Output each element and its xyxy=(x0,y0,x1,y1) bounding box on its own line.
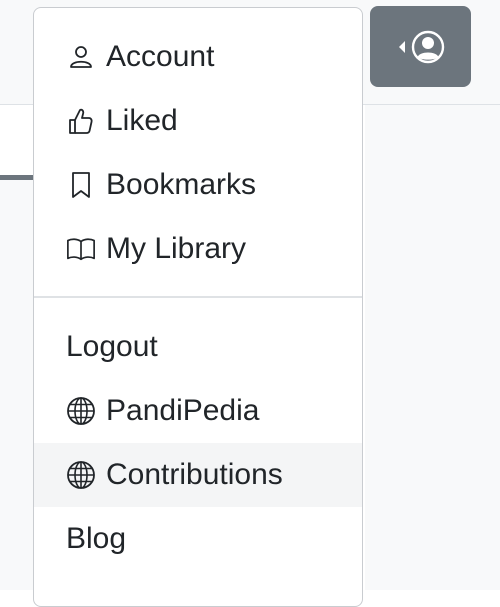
menu-item-label: Liked xyxy=(106,104,178,137)
menu-item-account[interactable]: Account xyxy=(34,25,362,89)
globe-icon xyxy=(66,460,96,490)
menu-item-liked[interactable]: Liked xyxy=(34,89,362,153)
menu-item-label: Blog xyxy=(66,522,127,555)
bookmark-icon xyxy=(66,170,96,200)
menu-item-pandipedia[interactable]: PandiPedia xyxy=(34,379,362,443)
user-menu-toggle-button[interactable] xyxy=(370,6,471,87)
globe-icon xyxy=(66,396,96,426)
page-left-header xyxy=(0,105,33,175)
thumbs-up-icon xyxy=(66,106,96,136)
menu-item-label: PandiPedia xyxy=(106,394,260,427)
menu-item-bookmarks[interactable]: Bookmarks xyxy=(34,153,362,217)
menu-item-my-library[interactable]: My Library xyxy=(34,217,362,281)
menu-item-label: Logout xyxy=(66,330,158,363)
user-circle-icon xyxy=(411,30,445,64)
book-icon xyxy=(66,234,96,264)
person-icon xyxy=(66,42,96,72)
tab-indicator xyxy=(0,175,33,180)
page-right-area xyxy=(365,105,500,590)
menu-item-label: My Library xyxy=(106,232,247,265)
menu-divider xyxy=(34,296,362,298)
caret-left-icon xyxy=(397,39,407,55)
menu-item-label: Account xyxy=(106,40,215,73)
user-dropdown-menu: Account Liked Bookmarks My Library Logou… xyxy=(33,7,363,607)
menu-item-blog[interactable]: Blog xyxy=(34,507,362,571)
menu-item-logout[interactable]: Logout xyxy=(34,315,362,379)
menu-item-contributions[interactable]: Contributions xyxy=(34,443,362,507)
menu-item-label: Bookmarks xyxy=(106,168,257,201)
menu-item-label: Contributions xyxy=(106,458,283,491)
